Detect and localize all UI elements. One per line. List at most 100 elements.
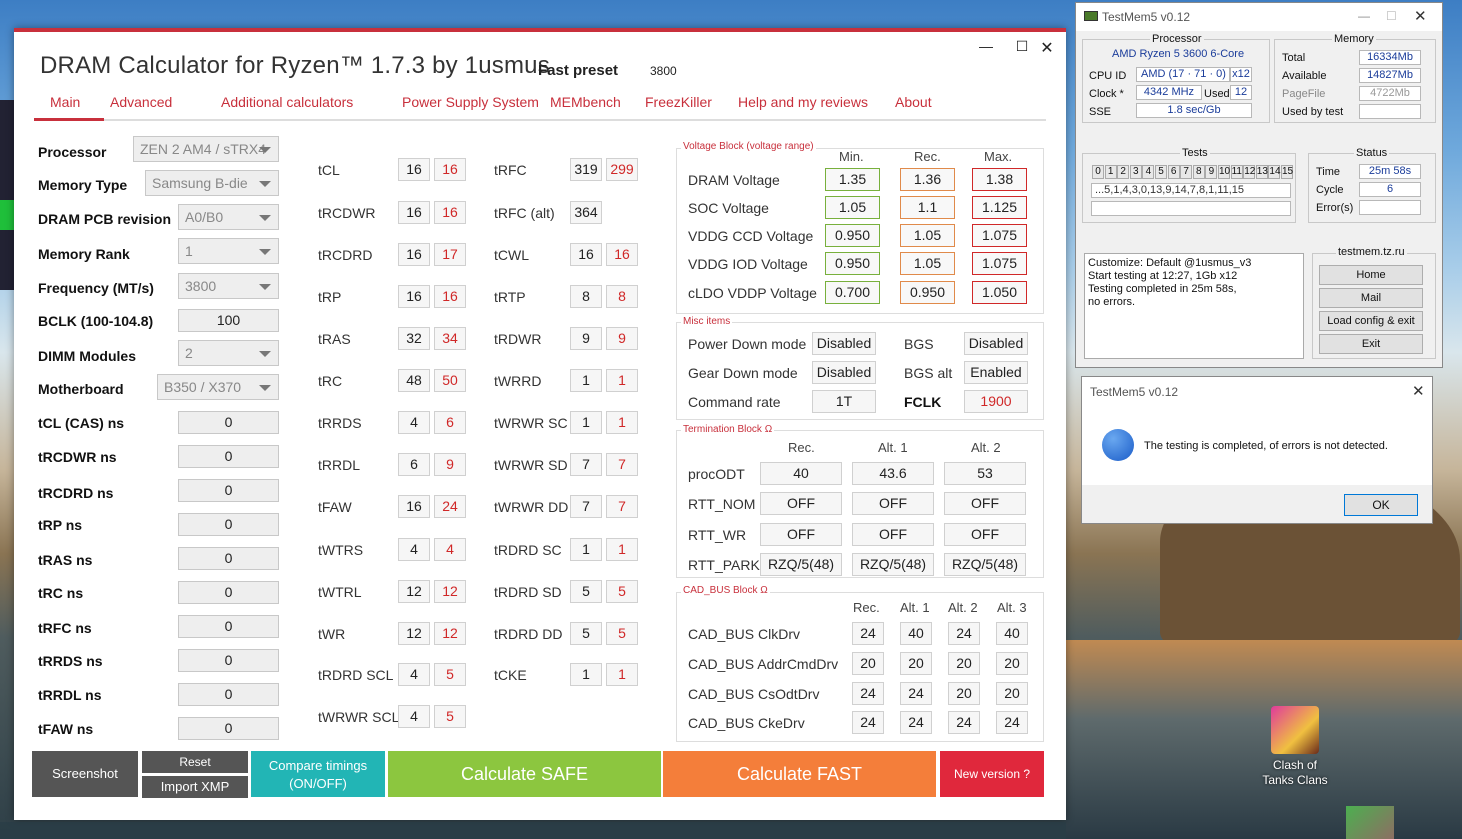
timing-value-fast[interactable]: 9 — [434, 453, 466, 476]
trc-ns-input[interactable]: 0 — [178, 581, 279, 604]
minecraft-icon[interactable] — [1346, 806, 1394, 839]
memory-type-select[interactable]: Samsung B-die — [145, 170, 279, 196]
voltage-rec[interactable]: 0.950 — [900, 281, 955, 304]
voltage-min[interactable]: 1.05 — [825, 196, 880, 219]
cad-bus-value[interactable]: 20 — [852, 652, 884, 675]
termination-value[interactable]: OFF — [944, 523, 1026, 546]
frequency-select[interactable]: 3800 — [178, 273, 279, 299]
tras-ns-input[interactable]: 0 — [178, 547, 279, 570]
timing-value-safe[interactable]: 16 — [398, 495, 430, 518]
minimize-icon[interactable]: — — [976, 38, 996, 54]
clash-of-tanks-desktop-icon[interactable]: Clash of Tanks Clans — [1250, 706, 1340, 788]
tab-advanced[interactable]: Advanced — [110, 94, 172, 110]
cad-bus-value[interactable]: 24 — [852, 622, 884, 645]
close-icon[interactable]: ✕ — [1037, 38, 1057, 58]
bgs-value[interactable]: Disabled — [964, 332, 1028, 355]
tab-power-supply-system[interactable]: Power Supply System — [402, 94, 539, 110]
timing-value-safe[interactable]: 7 — [570, 453, 602, 476]
timing-value-safe[interactable]: 16 — [570, 243, 602, 266]
timing-value-safe[interactable]: 16 — [398, 158, 430, 181]
timing-value-safe[interactable]: 5 — [570, 622, 602, 645]
timing-value-safe[interactable]: 48 — [398, 369, 430, 392]
voltage-max[interactable]: 1.075 — [972, 252, 1027, 275]
voltage-min[interactable]: 0.700 — [825, 281, 880, 304]
timing-value-safe[interactable]: 319 — [570, 158, 602, 181]
trrdl-ns-input[interactable]: 0 — [178, 683, 279, 706]
reset-button[interactable]: Reset — [142, 751, 248, 773]
termination-value[interactable]: RZQ/5(48) — [944, 553, 1026, 576]
timing-value-safe[interactable]: 364 — [570, 201, 602, 224]
cad-bus-value[interactable]: 24 — [900, 682, 932, 705]
fclk-value[interactable]: 1900 — [964, 390, 1028, 413]
dimm-modules-select[interactable]: 2 — [178, 340, 279, 366]
cad-bus-value[interactable]: 20 — [900, 652, 932, 675]
load-config-exit-button[interactable]: Load config & exit — [1319, 311, 1423, 331]
timing-value-safe[interactable]: 4 — [398, 663, 430, 686]
timing-value-fast[interactable]: 5 — [606, 622, 638, 645]
dialog-close-icon[interactable]: ✕ — [1412, 382, 1425, 400]
timing-value-fast[interactable]: 5 — [606, 580, 638, 603]
termination-value[interactable]: OFF — [760, 523, 842, 546]
timing-value-safe[interactable]: 9 — [570, 327, 602, 350]
command-rate-value[interactable]: 1T — [812, 390, 876, 413]
timing-value-fast[interactable]: 8 — [606, 285, 638, 308]
tcl-ns-input[interactable]: 0 — [178, 411, 279, 434]
power-down-value[interactable]: Disabled — [812, 332, 876, 355]
trp-ns-input[interactable]: 0 — [178, 513, 279, 536]
trrds-ns-input[interactable]: 0 — [178, 649, 279, 672]
testmem-minimize-icon[interactable]: — — [1358, 9, 1370, 23]
testmem-maximize-icon[interactable]: ☐ — [1386, 9, 1397, 23]
timing-value-safe[interactable]: 7 — [570, 495, 602, 518]
termination-value[interactable]: RZQ/5(48) — [852, 553, 934, 576]
timing-value-fast[interactable]: 4 — [434, 538, 466, 561]
calculate-fast-button[interactable]: Calculate FAST — [663, 751, 936, 797]
new-version-button[interactable]: New version ? — [940, 751, 1044, 797]
termination-value[interactable]: RZQ/5(48) — [760, 553, 842, 576]
timing-value-safe[interactable]: 1 — [570, 538, 602, 561]
trcdrd-ns-input[interactable]: 0 — [178, 479, 279, 502]
timing-value-safe[interactable]: 12 — [398, 622, 430, 645]
gear-down-value[interactable]: Disabled — [812, 361, 876, 384]
voltage-min[interactable]: 0.950 — [825, 252, 880, 275]
timing-value-safe[interactable]: 8 — [570, 285, 602, 308]
bgs-alt-value[interactable]: Enabled — [964, 361, 1028, 384]
termination-value[interactable]: 40 — [760, 462, 842, 485]
timing-value-safe[interactable]: 1 — [570, 663, 602, 686]
tab-about[interactable]: About — [895, 94, 932, 110]
maximize-icon[interactable]: ☐ — [1012, 38, 1032, 55]
voltage-rec[interactable]: 1.36 — [900, 168, 955, 191]
voltage-max[interactable]: 1.050 — [972, 281, 1027, 304]
voltage-max[interactable]: 1.125 — [972, 196, 1027, 219]
timing-value-fast[interactable]: 16 — [434, 158, 466, 181]
timing-value-safe[interactable]: 6 — [398, 453, 430, 476]
timing-value-fast[interactable]: 16 — [434, 201, 466, 224]
cad-bus-value[interactable]: 20 — [996, 652, 1028, 675]
termination-value[interactable]: 43.6 — [852, 462, 934, 485]
compare-timings-button[interactable]: Compare timings (ON/OFF) — [251, 751, 385, 797]
tab-main[interactable]: Main — [50, 94, 80, 110]
timing-value-fast[interactable]: 16 — [606, 243, 638, 266]
timing-value-safe[interactable]: 4 — [398, 705, 430, 728]
cad-bus-value[interactable]: 24 — [948, 622, 980, 645]
timing-value-fast[interactable]: 12 — [434, 580, 466, 603]
timing-value-safe[interactable]: 12 — [398, 580, 430, 603]
termination-value[interactable]: OFF — [944, 492, 1026, 515]
timing-value-fast[interactable]: 5 — [434, 705, 466, 728]
tab-freezkiller[interactable]: FreezKiller — [645, 94, 712, 110]
voltage-min[interactable]: 1.35 — [825, 168, 880, 191]
cad-bus-value[interactable]: 24 — [996, 711, 1028, 734]
trfc-ns-input[interactable]: 0 — [178, 615, 279, 638]
tab-help-reviews[interactable]: Help and my reviews — [738, 94, 868, 110]
cad-bus-value[interactable]: 40 — [900, 622, 932, 645]
timing-value-fast[interactable]: 50 — [434, 369, 466, 392]
timing-value-safe[interactable]: 4 — [398, 411, 430, 434]
trcdwr-ns-input[interactable]: 0 — [178, 445, 279, 468]
calculate-safe-button[interactable]: Calculate SAFE — [388, 751, 661, 797]
cad-bus-value[interactable]: 24 — [900, 711, 932, 734]
timing-value-fast[interactable]: 1 — [606, 663, 638, 686]
mail-button[interactable]: Mail — [1319, 288, 1423, 308]
voltage-rec[interactable]: 1.1 — [900, 196, 955, 219]
timing-value-fast[interactable]: 299 — [606, 158, 638, 181]
voltage-rec[interactable]: 1.05 — [900, 252, 955, 275]
cad-bus-value[interactable]: 24 — [948, 711, 980, 734]
